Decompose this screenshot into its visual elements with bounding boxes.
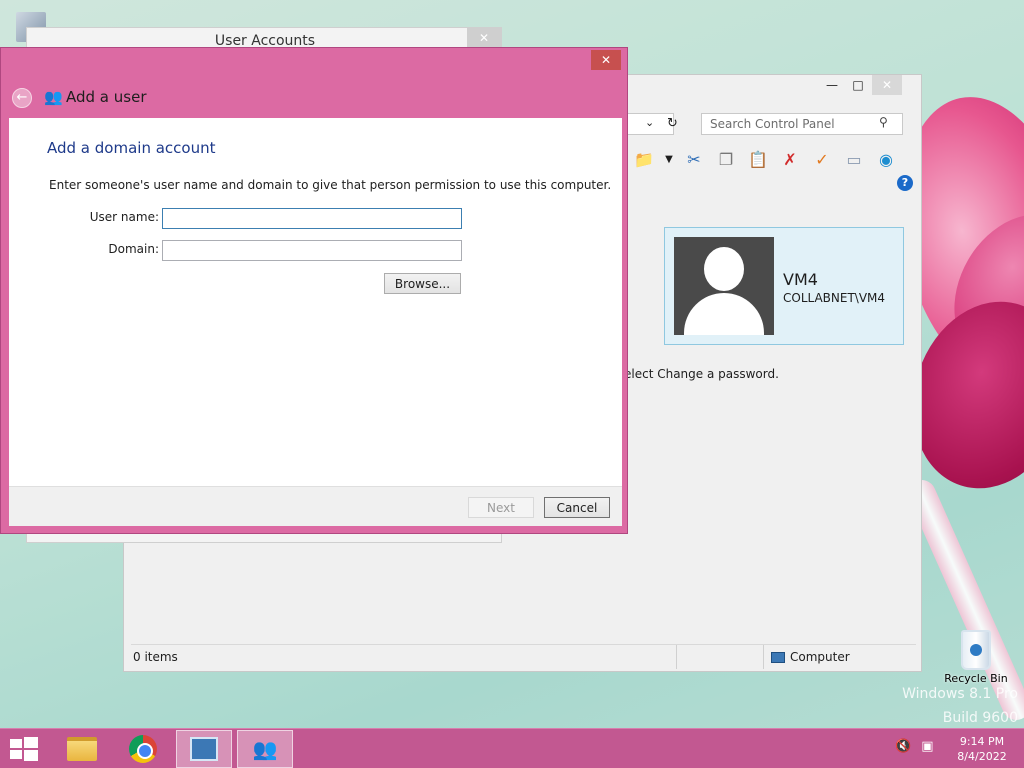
domain-label: Domain: [108, 242, 159, 256]
minimize-button[interactable]: — [819, 75, 845, 95]
dropdown-arrow-icon[interactable]: ▼ [664, 147, 674, 171]
instructions-text: Enter someone's user name and domain to … [49, 178, 612, 192]
search-icon[interactable]: ⚲ [879, 115, 888, 129]
status-bar: 0 items Computer [131, 644, 916, 669]
users-icon: 👥 [252, 737, 278, 761]
next-button[interactable]: Next [468, 497, 534, 518]
close-button[interactable]: ✕ [872, 75, 902, 95]
page-heading: Add a domain account [47, 139, 216, 157]
recycle-bin[interactable]: Recycle Bin [943, 630, 1009, 685]
taskbar-control-panel[interactable] [176, 730, 232, 768]
browse-button[interactable]: Browse... [384, 273, 461, 294]
hint-text: elect Change a password. [624, 367, 779, 381]
username-label: User name: [89, 210, 159, 224]
user-card[interactable]: VM4 COLLABNET\VM4 [664, 227, 904, 345]
status-location-label: Computer [790, 650, 850, 664]
properties-icon[interactable]: ▭ [842, 147, 866, 171]
refresh-icon[interactable]: ↻ [667, 116, 678, 131]
status-item-count: 0 items [133, 650, 178, 664]
help-icon[interactable]: ? [897, 175, 913, 191]
taskbar-user-accounts[interactable]: 👥 [237, 730, 293, 768]
domain-input[interactable] [162, 240, 462, 261]
close-button[interactable]: ✕ [467, 28, 501, 48]
search-input[interactable]: Search Control Panel [701, 113, 903, 135]
folder-icon [67, 737, 97, 761]
control-panel-icon [190, 737, 218, 761]
system-tray: 🔇 ▣ [895, 739, 933, 754]
user-domain-account: COLLABNET\VM4 [783, 291, 886, 305]
status-location: Computer [771, 650, 850, 664]
avatar [674, 237, 774, 335]
recycle-bin-label: Recycle Bin [944, 672, 1008, 685]
close-button[interactable]: ✕ [591, 50, 621, 70]
dialog-body: Add a domain account Enter someone's use… [9, 118, 622, 486]
dialog-title: Add a user [66, 88, 147, 106]
add-user-dialog: ✕ ← 👥 Add a user Add a domain account En… [0, 47, 628, 534]
shell-icon[interactable]: ◉ [874, 147, 898, 171]
delete-icon[interactable]: ✗ [778, 147, 802, 171]
taskbar: 👥 🔇 ▣ 9:14 PM 8/4/2022 [0, 728, 1024, 768]
computer-icon [771, 651, 785, 663]
chrome-icon [129, 735, 157, 763]
chevron-down-icon[interactable]: ⌄ [645, 116, 654, 129]
folder-properties-icon[interactable]: 📁 [632, 147, 656, 171]
taskbar-file-explorer[interactable] [54, 730, 110, 768]
maximize-button[interactable]: □ [845, 75, 871, 95]
clock[interactable]: 9:14 PM 8/4/2022 [950, 734, 1014, 764]
back-arrow-icon[interactable]: ← [12, 88, 32, 108]
username-input[interactable] [162, 208, 462, 229]
build-watermark: Build 9600 [942, 710, 1018, 726]
copy-icon[interactable]: ❐ [714, 147, 738, 171]
start-button[interactable] [10, 737, 38, 761]
windows-watermark: Windows 8.1 Pro [902, 686, 1018, 702]
clock-time: 9:14 PM [959, 735, 1005, 748]
users-icon: 👥 [44, 88, 63, 106]
clock-date: 8/4/2022 [957, 750, 1007, 763]
taskbar-chrome[interactable] [115, 730, 171, 768]
recycle-bin-icon [961, 630, 991, 670]
checkmark-icon[interactable]: ✓ [810, 147, 834, 171]
cancel-button[interactable]: Cancel [544, 497, 610, 518]
toolbar: 📁 ▼ ✂ ❐ 📋 ✗ ✓ ▭ ◉ [632, 145, 898, 173]
dialog-footer: Next Cancel [9, 486, 622, 526]
user-name: VM4 [783, 270, 818, 289]
network-icon[interactable]: ▣ [921, 739, 933, 754]
cut-icon[interactable]: ✂ [682, 147, 706, 171]
speaker-muted-icon[interactable]: 🔇 [895, 739, 911, 754]
paste-icon[interactable]: 📋 [746, 147, 770, 171]
